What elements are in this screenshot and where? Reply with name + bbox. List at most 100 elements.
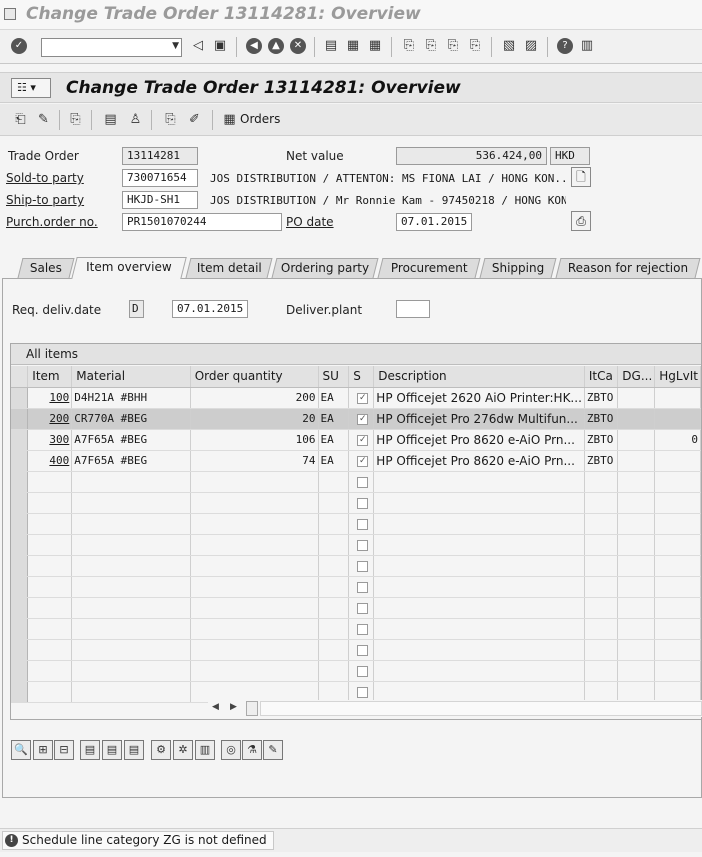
cancel-icon[interactable]: ✕ (290, 38, 306, 54)
su-cell[interactable]: EA (318, 408, 350, 430)
itca-cell[interactable] (584, 576, 619, 598)
row-selector[interactable] (11, 639, 29, 661)
material-cell[interactable]: D4H21A #BHH (71, 387, 191, 409)
status-checkbox-cell[interactable] (348, 660, 375, 682)
material-cell[interactable] (71, 660, 191, 682)
material-cell[interactable] (71, 471, 191, 493)
dg-cell[interactable] (617, 492, 656, 514)
hglvit-cell[interactable] (654, 408, 701, 430)
hglvit-cell[interactable] (654, 492, 701, 514)
status-checkbox-cell[interactable]: ✓ (348, 387, 375, 409)
itca-cell[interactable] (584, 681, 619, 703)
dg-cell[interactable] (617, 681, 656, 703)
horizontal-scrollbar[interactable]: ◀ ▶ (208, 700, 702, 717)
row-selector[interactable] (11, 576, 29, 598)
status-message[interactable]: ! Schedule line category ZG is not define… (2, 831, 274, 850)
display-document-icon[interactable]: ⎙ (571, 211, 591, 231)
find-icon[interactable]: ▦ (345, 38, 361, 54)
insert-row-icon[interactable]: ⊞ (33, 740, 53, 760)
description-cell[interactable]: HP Officejet 2620 AiO Printer:HK... (373, 387, 585, 409)
table-row[interactable]: 300 A7F65A #BEG 106 EA ✓ HP Officejet Pro 862… (11, 429, 701, 451)
su-cell[interactable] (318, 597, 350, 619)
material-cell[interactable] (71, 555, 191, 577)
first-page-icon[interactable]: ⎘ (401, 38, 417, 54)
req-deliv-type-field[interactable]: D (129, 300, 144, 318)
row-checkbox[interactable] (357, 602, 369, 614)
help-icon[interactable]: ? (557, 38, 573, 54)
dg-cell[interactable] (617, 618, 656, 640)
row-selector[interactable] (11, 513, 29, 535)
row-checkbox[interactable]: ✓ (357, 413, 369, 425)
scroll-left-icon[interactable]: ◀ (212, 702, 219, 712)
table-row-empty[interactable] (11, 534, 701, 556)
order-quantity-cell[interactable] (190, 534, 319, 556)
su-cell[interactable]: EA (318, 429, 350, 451)
material-cell[interactable] (71, 681, 191, 703)
item-number-cell[interactable] (27, 681, 73, 703)
itca-cell[interactable]: ZBTO (584, 450, 619, 472)
schedule-lines-icon[interactable]: ▥ (195, 740, 215, 760)
order-quantity-cell[interactable] (190, 576, 319, 598)
material-cell[interactable] (71, 618, 191, 640)
status-checkbox-cell[interactable] (348, 576, 375, 598)
table-row-empty[interactable] (11, 639, 701, 661)
purchase-order-field[interactable]: PR1501070244 (122, 213, 282, 231)
order-quantity-cell[interactable] (190, 618, 319, 640)
order-quantity-cell[interactable] (190, 639, 319, 661)
dg-cell[interactable] (617, 639, 656, 661)
row-selector[interactable] (11, 534, 29, 556)
itca-cell[interactable] (584, 660, 619, 682)
orders-button[interactable]: Orders (240, 112, 280, 126)
tab-ordering-party[interactable]: Ordering party (271, 258, 379, 278)
su-cell[interactable] (318, 513, 350, 535)
dg-cell[interactable] (617, 429, 656, 451)
sold-to-party-label[interactable]: Sold-to party (6, 171, 84, 185)
customize-layout-icon[interactable]: ▥ (579, 38, 595, 54)
chevron-down-icon[interactable]: ▼ (172, 41, 179, 51)
table-row-empty[interactable] (11, 618, 701, 640)
description-cell[interactable] (373, 555, 585, 577)
hglvit-cell[interactable] (654, 450, 701, 472)
row-checkbox[interactable] (357, 476, 369, 488)
row-selector[interactable] (11, 555, 29, 577)
display-change-icon[interactable]: ⎗ (12, 112, 29, 128)
row-selector[interactable] (11, 618, 29, 640)
item-number-cell[interactable] (27, 513, 73, 535)
row-selector[interactable] (11, 492, 29, 514)
itca-cell[interactable] (584, 534, 619, 556)
itca-cell[interactable] (584, 555, 619, 577)
status-checkbox-cell[interactable] (348, 639, 375, 661)
col-header-su[interactable]: SU (318, 366, 350, 388)
configuration-icon[interactable]: ⚙ (151, 740, 171, 760)
su-cell[interactable] (318, 576, 350, 598)
back-arrow-icon[interactable]: ◁ (190, 38, 206, 54)
itca-cell[interactable] (584, 471, 619, 493)
col-header-s[interactable]: S (348, 366, 375, 388)
copy-items-icon[interactable]: ⚗ (242, 740, 262, 760)
row-checkbox[interactable]: ✓ (357, 455, 369, 467)
last-page-icon[interactable]: ⎘ (467, 38, 483, 54)
su-cell[interactable] (318, 660, 350, 682)
hglvit-cell[interactable] (654, 597, 701, 619)
exit-icon[interactable]: ▲ (268, 38, 284, 54)
status-checkbox-cell[interactable] (348, 681, 375, 703)
description-cell[interactable] (373, 471, 585, 493)
status-checkbox-cell[interactable]: ✓ (348, 429, 375, 451)
order-quantity-cell[interactable]: 200 (190, 387, 319, 409)
su-cell[interactable] (318, 681, 350, 703)
row-selector[interactable] (11, 387, 29, 409)
col-header-order-quantity[interactable]: Order quantity (190, 366, 319, 388)
description-cell[interactable]: HP Officejet Pro 276dw Multifun... (373, 408, 585, 430)
status-checkbox-cell[interactable] (348, 618, 375, 640)
po-date-label[interactable]: PO date (286, 215, 334, 229)
row-selector[interactable] (11, 408, 29, 430)
dg-cell[interactable] (617, 408, 656, 430)
hglvit-cell[interactable] (654, 534, 701, 556)
dg-cell[interactable] (617, 450, 656, 472)
item-number-cell[interactable] (27, 618, 73, 640)
hglvit-cell[interactable] (654, 555, 701, 577)
previous-page-icon[interactable]: ⎘ (423, 38, 439, 54)
tab-item-detail[interactable]: Item detail (185, 258, 273, 278)
su-cell[interactable] (318, 639, 350, 661)
order-quantity-cell[interactable]: 106 (190, 429, 319, 451)
